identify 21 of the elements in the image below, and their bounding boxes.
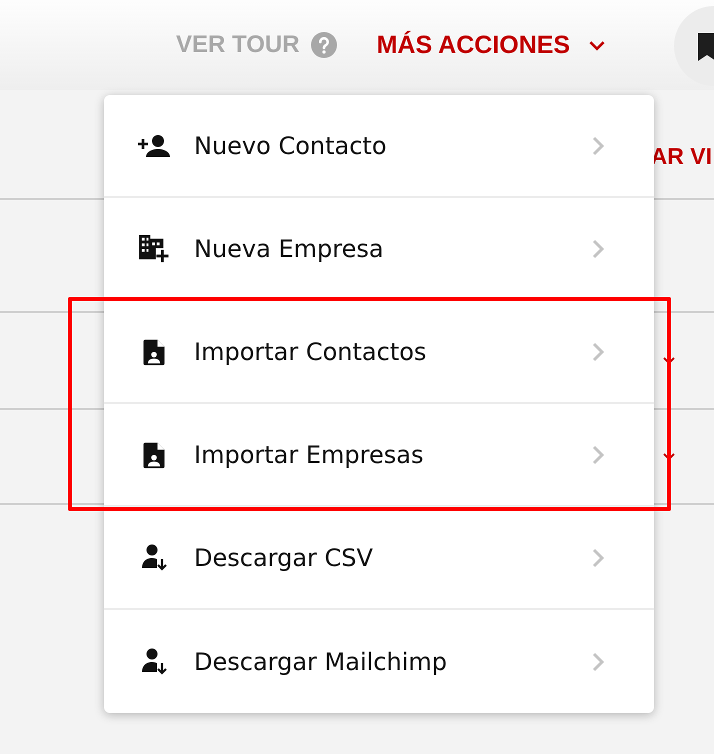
menu-item[interactable]: Descargar Mailchimp	[104, 610, 654, 713]
menu-item-label: Importar Contactos	[194, 338, 428, 366]
chevron-right-icon	[592, 342, 604, 362]
chevron-right-icon	[592, 652, 604, 672]
menu-item[interactable]: Nuevo Contacto	[104, 95, 654, 198]
menu-item[interactable]: Nueva Empresa	[104, 198, 654, 301]
menu-item-label: Importar Empresas	[194, 440, 424, 468]
menu-item-label: Nuevo Contacto	[194, 132, 388, 160]
chevron-right-icon	[592, 238, 604, 258]
more-actions-button[interactable]: MÁS ACCIONES	[376, 30, 606, 60]
menu-item-label: Descargar Mailchimp	[194, 648, 448, 676]
menu-item[interactable]: Descargar CSV	[104, 507, 654, 610]
chevron-right-icon	[592, 444, 604, 464]
menu-item-label: Nueva Empresa	[194, 234, 385, 262]
menu-item[interactable]: Importar Contactos	[104, 301, 654, 404]
chevron-right-icon	[592, 548, 604, 568]
caret-icon	[588, 40, 606, 50]
menu-item[interactable]: Importar Empresas	[104, 404, 654, 507]
menu-item-label: Descargar CSV	[194, 544, 374, 572]
chevron-right-icon	[592, 136, 604, 156]
book-icon	[696, 31, 714, 61]
